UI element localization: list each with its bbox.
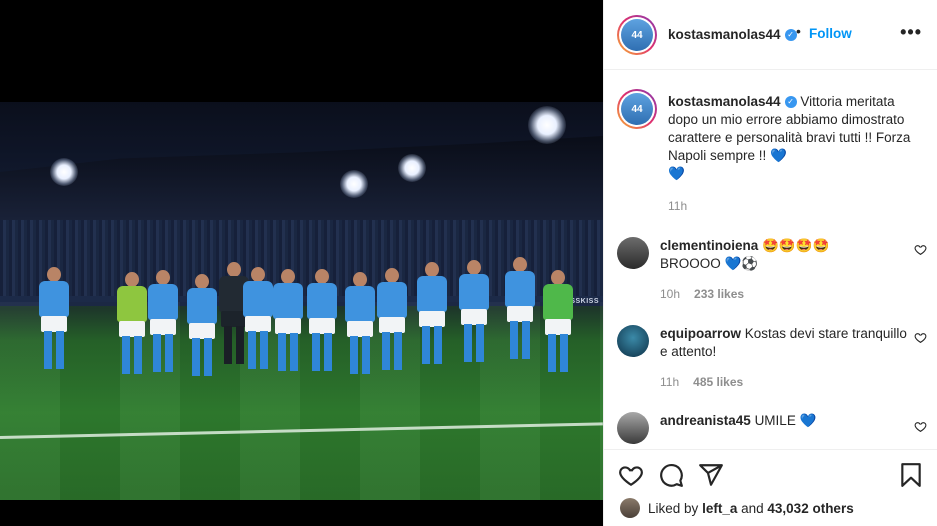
- liked-by-user[interactable]: left_a: [702, 501, 737, 516]
- player: [34, 267, 74, 377]
- player: [372, 268, 412, 386]
- liked-by-count[interactable]: 43,032 others: [767, 501, 853, 516]
- more-icon[interactable]: •••: [900, 22, 922, 43]
- caption-emoji: 💙: [668, 166, 685, 181]
- player: [412, 262, 452, 387]
- comment-username[interactable]: equipoarrow: [660, 326, 741, 341]
- comment-time[interactable]: 11h: [660, 375, 679, 389]
- floodlight: [528, 106, 566, 144]
- avatar-image: 44: [621, 93, 653, 125]
- comment-meta: 10h 233 likes: [660, 287, 744, 301]
- comment-username[interactable]: andreanista45: [660, 413, 751, 428]
- post-media[interactable]: KISSKISS: [0, 0, 603, 526]
- share-icon[interactable]: [698, 462, 724, 488]
- verified-icon: ✓: [784, 28, 797, 41]
- comment-body: equipoarrow Kostas devi stare tranquillo…: [660, 325, 914, 361]
- follow-button[interactable]: Follow: [809, 26, 852, 41]
- caption-body: kostasmanolas44 ✓ Vittoria meritata dopo …: [668, 93, 922, 183]
- comment-time[interactable]: 10h: [660, 287, 680, 301]
- goalkeeper: [538, 270, 578, 388]
- player: [498, 257, 542, 387]
- stadium-roof: [0, 136, 603, 226]
- post-actions: Liked by left_a and 43,032 others: [604, 449, 937, 526]
- comment-likes[interactable]: 233 likes: [694, 287, 744, 301]
- comment-text: BROOOO 💙⚽: [660, 256, 759, 271]
- header-separator: •: [796, 23, 801, 39]
- comment-body: andreanista45 UMILE 💙: [660, 412, 914, 430]
- post-photo[interactable]: KISSKISS: [0, 102, 603, 500]
- floodlight: [398, 154, 426, 182]
- comment-text: UMILE 💙: [754, 413, 817, 428]
- bookmark-icon[interactable]: [898, 462, 924, 488]
- player: [302, 269, 342, 387]
- comments-section[interactable]: 44 kostasmanolas44 ✓ Vittoria meritata do…: [604, 71, 937, 449]
- floodlight: [340, 170, 368, 198]
- heart-icon[interactable]: [914, 420, 927, 433]
- heart-icon[interactable]: [914, 331, 927, 344]
- avatar-image: 44: [621, 19, 653, 51]
- post-sidebar: 44 kostasmanolas44 ✓ • Follow ••• 44 kost…: [603, 0, 937, 526]
- player: [143, 270, 183, 380]
- verified-icon: ✓: [784, 96, 797, 109]
- author-avatar[interactable]: 44: [617, 15, 657, 55]
- liker-avatar[interactable]: [620, 498, 640, 518]
- heart-icon[interactable]: [914, 243, 927, 256]
- comment-likes[interactable]: 485 likes: [693, 375, 743, 389]
- caption-avatar[interactable]: 44: [617, 89, 657, 129]
- comment-icon[interactable]: [658, 462, 684, 488]
- caption-emoji: 💙: [770, 148, 787, 163]
- liked-by-mid: and: [741, 500, 764, 516]
- commenter-avatar[interactable]: [617, 237, 649, 269]
- post-header: 44 kostasmanolas44 ✓ • Follow •••: [604, 0, 937, 70]
- commenter-avatar[interactable]: [617, 325, 649, 357]
- liked-by-prefix: Liked by: [648, 500, 699, 516]
- header-user: kostasmanolas44 ✓: [668, 26, 797, 44]
- caption-time[interactable]: 11h: [668, 199, 687, 213]
- floodlight: [50, 158, 78, 186]
- player: [454, 260, 494, 385]
- comment-meta: 11h 485 likes: [660, 375, 743, 389]
- liked-by: Liked by left_a and 43,032 others: [620, 498, 854, 518]
- author-username[interactable]: kostasmanolas44: [668, 27, 781, 42]
- heart-icon[interactable]: [618, 462, 644, 488]
- comment-username[interactable]: clementinoiena: [660, 238, 758, 253]
- comment-text: 🤩🤩🤩🤩: [762, 238, 830, 253]
- caption-username[interactable]: kostasmanolas44: [668, 94, 781, 109]
- comment-body: clementinoiena 🤩🤩🤩🤩 BROOOO 💙⚽: [660, 237, 914, 273]
- commenter-avatar[interactable]: [617, 412, 649, 444]
